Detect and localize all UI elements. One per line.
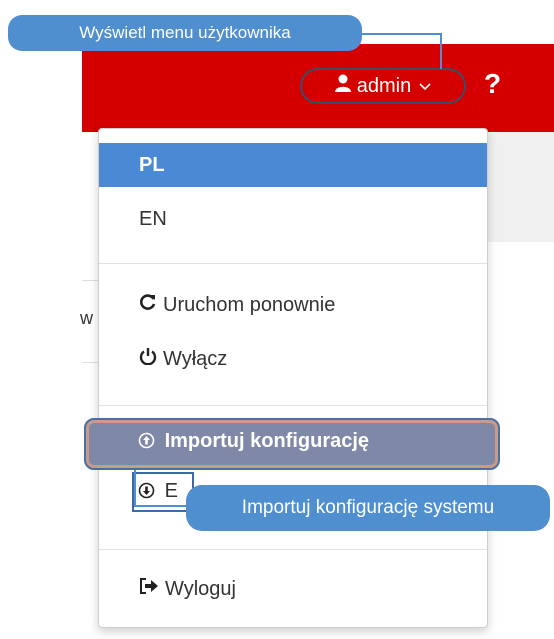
menu-item-lang-en[interactable]: EN <box>99 197 487 241</box>
menu-item-label: Wyłącz <box>163 347 228 370</box>
menu-item-logout[interactable]: Wyloguj <box>99 567 487 611</box>
menu-item-lang-pl[interactable]: PL <box>99 143 487 187</box>
menu-divider <box>99 405 487 406</box>
callout-line <box>134 470 136 506</box>
user-menu-button[interactable]: admin <box>300 68 466 104</box>
menu-item-label: Importuj konfigurację <box>164 430 370 452</box>
background-text-fragment: w <box>80 308 93 328</box>
help-button[interactable]: ? <box>484 68 501 100</box>
menu-item-label: Wyloguj <box>165 577 236 600</box>
callout-line <box>440 33 442 69</box>
menu-item-label: Uruchom ponownie <box>163 293 336 316</box>
background-panel <box>486 132 554 242</box>
menu-item-label: EN <box>139 207 167 230</box>
user-dropdown-menu: PL EN Uruchom ponownie Wyłącz Wyloguj <box>98 128 488 628</box>
import-tooltip: Importuj konfigurację systemu <box>186 485 550 531</box>
power-icon <box>139 347 157 371</box>
menu-divider <box>99 263 487 264</box>
refresh-icon <box>139 293 157 317</box>
upload-circle-icon <box>138 430 165 452</box>
menu-item-shutdown[interactable]: Wyłącz <box>99 337 487 381</box>
callout-line <box>362 33 442 35</box>
user-menu-label: admin <box>356 74 412 97</box>
logout-icon <box>139 578 159 600</box>
callout-line <box>134 505 188 507</box>
menu-item-restart[interactable]: Uruchom ponownie <box>99 283 487 327</box>
chevron-down-icon <box>419 78 431 94</box>
menu-item-import[interactable]: Importuj konfigurację <box>138 430 369 453</box>
user-icon <box>334 74 351 98</box>
menu-divider <box>99 549 487 550</box>
menu-item-label: PL <box>139 153 165 176</box>
user-menu-tooltip: Wyświetl menu użytkownika <box>8 15 362 51</box>
